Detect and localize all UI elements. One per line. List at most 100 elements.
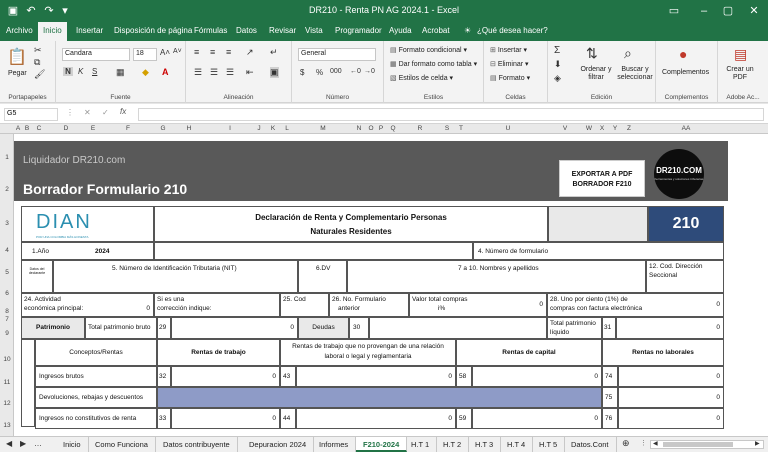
complements-button[interactable]: Complementos: [662, 69, 709, 76]
patrimonio-liquido-value[interactable]: 0: [616, 317, 724, 339]
add-sheet-icon[interactable]: ⊕: [622, 438, 630, 449]
col-y[interactable]: Y: [608, 125, 622, 132]
nit-field[interactable]: 5. Número de Identificación Tributaria (…: [53, 260, 298, 293]
sheet-tab-depuracion[interactable]: Depuracion 2024: [242, 437, 315, 452]
row-12[interactable]: 12: [0, 400, 14, 407]
format-as-table-button[interactable]: ▦ Dar formato como tabla ▾: [390, 60, 477, 68]
tab-inicio[interactable]: Inicio: [38, 22, 67, 41]
col-b[interactable]: B: [22, 125, 32, 132]
col-u[interactable]: U: [468, 125, 548, 132]
complements-icon[interactable]: ●: [679, 46, 687, 62]
tab-programador[interactable]: Programador: [335, 26, 382, 35]
copy-icon[interactable]: ⧉: [34, 57, 40, 68]
minimize-button[interactable]: –: [694, 3, 714, 19]
format-cells-button[interactable]: ▤ Formato ▾: [490, 74, 530, 82]
year-cell[interactable]: 1.Año 2024: [21, 242, 154, 260]
increase-decimal-icon[interactable]: ←0: [350, 68, 361, 75]
align-center-icon[interactable]: ☰: [210, 67, 218, 78]
tab-formulas[interactable]: Fórmulas: [194, 26, 227, 35]
conditional-format-button[interactable]: ▤ Formato condicional ▾: [390, 46, 467, 54]
col-m[interactable]: M: [294, 125, 352, 132]
col-n[interactable]: N: [352, 125, 366, 132]
form-number-field[interactable]: 4. Número de formulario: [473, 242, 724, 260]
sheet-tab-datos-contribuyente[interactable]: Datos contribuyente: [156, 437, 238, 452]
tab-disposicion[interactable]: Disposición de página: [114, 26, 192, 35]
fill-color-icon[interactable]: ◆: [142, 67, 149, 78]
create-pdf-button[interactable]: Crear un PDF: [722, 66, 758, 82]
align-left-icon[interactable]: ☰: [194, 67, 202, 78]
sheet-tab-ht5[interactable]: H.T 5: [532, 437, 566, 452]
sort-filter-button[interactable]: Ordenar y filtrar: [578, 66, 614, 82]
col-v[interactable]: V: [548, 125, 582, 132]
align-top-icon[interactable]: ≡: [194, 47, 199, 57]
formula-input[interactable]: [138, 108, 764, 121]
sheet-tab-datos-cont[interactable]: Datos.Cont: [564, 437, 617, 452]
row-9[interactable]: 9: [0, 330, 14, 337]
clear-icon[interactable]: ◈: [554, 73, 561, 84]
tab-datos[interactable]: Datos: [236, 26, 257, 35]
value-cell[interactable]: 0: [618, 387, 724, 408]
autosum-icon[interactable]: Σ: [554, 45, 560, 56]
total-compras-field[interactable]: Valor total compras i% 0: [409, 293, 547, 317]
orientation-icon[interactable]: ↗: [246, 47, 254, 58]
tab-split-icon[interactable]: ⋮: [640, 439, 647, 447]
ribbon-display-icon[interactable]: ▭: [664, 3, 684, 19]
sheet-tab-ht1[interactable]: H.T 1: [404, 437, 438, 452]
font-name-select[interactable]: Candara: [62, 48, 130, 61]
value-cell[interactable]: 0: [472, 408, 602, 429]
value-cell[interactable]: 0: [296, 366, 456, 387]
deudas-value[interactable]: [369, 317, 547, 339]
create-pdf-icon[interactable]: ▤: [734, 46, 747, 63]
names-field[interactable]: 7 a 10. Nombres y apellidos: [347, 260, 646, 293]
prev-sheet-icon[interactable]: ◀: [6, 439, 12, 448]
paste-button[interactable]: Pegar: [8, 70, 27, 77]
value-cell[interactable]: 0: [472, 366, 602, 387]
merge-center-icon[interactable]: ▣: [270, 67, 279, 78]
scroll-right-icon[interactable]: ▶: [755, 440, 760, 447]
percent-button[interactable]: %: [316, 68, 323, 77]
patrimonio-bruto-value[interactable]: 0: [171, 317, 298, 339]
sheet-tab-ht3[interactable]: H.T 3: [468, 437, 502, 452]
tab-vista[interactable]: Vista: [305, 26, 323, 35]
next-sheet-icon[interactable]: ▶: [20, 439, 26, 448]
borders-icon[interactable]: ▦: [116, 67, 125, 78]
col-h[interactable]: H: [170, 125, 208, 132]
expand-icon[interactable]: ⋮: [66, 108, 74, 117]
tab-ayuda[interactable]: Ayuda: [389, 26, 412, 35]
font-size-select[interactable]: 18: [133, 48, 157, 61]
col-x[interactable]: X: [596, 125, 608, 132]
indent-icon[interactable]: ⇤: [246, 67, 254, 78]
italic-button[interactable]: K: [78, 67, 83, 76]
bold-button[interactable]: N: [63, 67, 73, 76]
uno-por-ciento-field[interactable]: 28. Uno por ciento (1%) de compras con f…: [547, 293, 724, 317]
activity-field[interactable]: 24. Actividad económica principal: 0: [21, 293, 154, 317]
find-select-button[interactable]: Buscar y seleccionar: [616, 66, 654, 82]
value-cell[interactable]: 0: [296, 408, 456, 429]
value-cell[interactable]: 0: [618, 408, 724, 429]
confirm-formula-icon[interactable]: ✓: [102, 108, 109, 117]
col-k[interactable]: K: [266, 125, 280, 132]
wrap-text-icon[interactable]: ↵: [270, 47, 278, 58]
sheet-tab-ht4[interactable]: H.T 4: [500, 437, 534, 452]
find-select-icon[interactable]: ⌕: [624, 45, 632, 62]
col-c[interactable]: C: [32, 125, 46, 132]
scroll-thumb[interactable]: [663, 442, 733, 447]
number-format-select[interactable]: General: [298, 48, 376, 61]
cut-icon[interactable]: ✂: [34, 45, 42, 56]
dv-field[interactable]: 6.DV: [298, 260, 347, 293]
col-j[interactable]: J: [252, 125, 266, 132]
row-13[interactable]: 13: [0, 422, 14, 429]
underline-button[interactable]: S: [92, 67, 97, 76]
year-blank-cell[interactable]: [154, 242, 473, 260]
currency-button[interactable]: $: [300, 68, 304, 77]
format-painter-icon[interactable]: 🖌: [34, 69, 45, 80]
scroll-left-icon[interactable]: ◀: [653, 440, 658, 447]
tab-acrobat[interactable]: Acrobat: [422, 26, 450, 35]
correction-field[interactable]: Si es una corrección indique:: [154, 293, 280, 317]
value-cell[interactable]: 0: [171, 366, 280, 387]
tab-archivo[interactable]: Archivo: [6, 26, 33, 35]
row-11[interactable]: 11: [0, 379, 14, 386]
cell-styles-button[interactable]: ▧ Estilos de celda ▾: [390, 74, 453, 82]
thousands-button[interactable]: 000: [330, 68, 342, 75]
row-10[interactable]: 10: [0, 356, 14, 363]
